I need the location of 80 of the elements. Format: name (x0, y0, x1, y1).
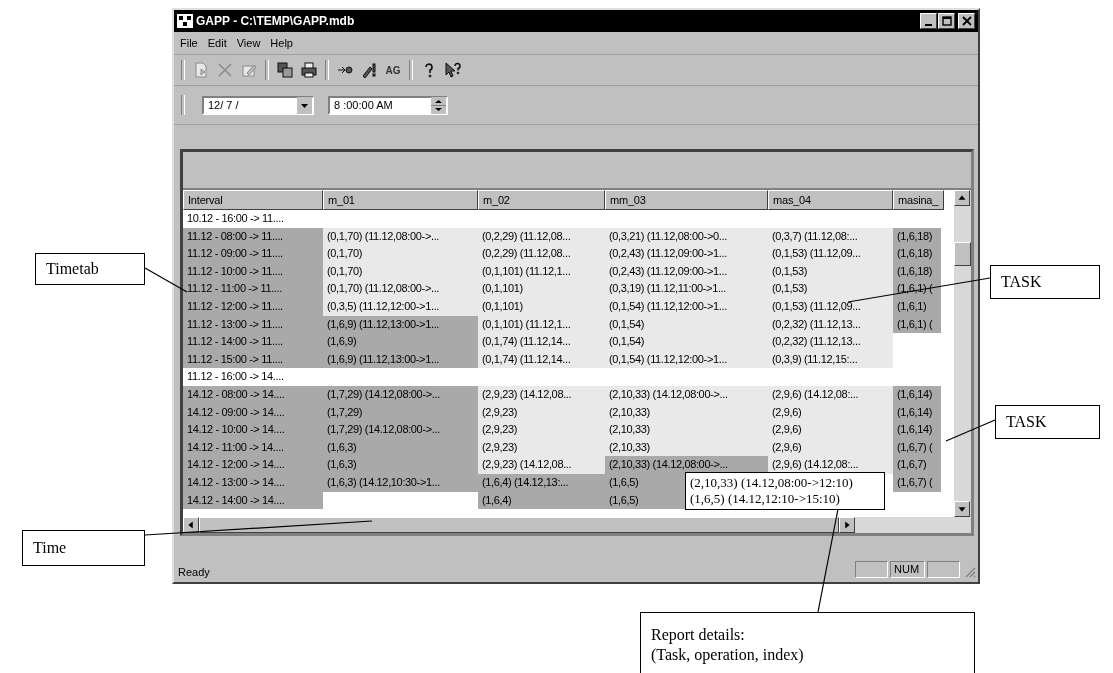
callout-text: (Task, operation, index) (651, 645, 805, 665)
horizontal-scrollbar[interactable] (183, 517, 971, 534)
table-cell: 11.12 - 14:00 -> 11.... (183, 333, 323, 351)
scroll-left-icon[interactable] (183, 517, 199, 534)
column-header[interactable]: Interval (183, 190, 323, 210)
scroll-down-icon[interactable] (954, 501, 970, 518)
context-help-icon[interactable] (442, 59, 464, 81)
table-cell: (0,2,29) (11.12,08... (478, 245, 605, 263)
toolbar-button[interactable]: AG (382, 59, 404, 81)
menu-item[interactable]: Help (270, 37, 293, 49)
menu-item[interactable]: Edit (207, 37, 227, 49)
table-cell: 14.12 - 12:00 -> 14.... (183, 456, 323, 474)
date-field[interactable]: 12/ 7 / (202, 95, 314, 115)
table-cell: (2,10,33) (14.12,08:00->... (605, 385, 768, 404)
maximize-icon (941, 16, 952, 26)
menu-item[interactable]: View (236, 37, 261, 49)
dropdown-icon[interactable] (297, 96, 312, 114)
copy-icon[interactable] (274, 59, 296, 81)
status-panel (855, 561, 888, 578)
menu-item[interactable]: File (180, 37, 198, 49)
callout-text: Report details: (651, 625, 746, 645)
table-cell: 11.12 - 11:00 -> 11.... (183, 280, 323, 298)
table-cell: (1,6,18) (893, 245, 941, 263)
table-cell: (0,1,70) (323, 245, 478, 263)
column-header[interactable]: m_01 (323, 190, 478, 210)
column-header[interactable]: m_02 (478, 190, 605, 210)
scroll-thumb[interactable] (954, 242, 971, 266)
table-cell: (2,9,23) (14.12,08... (478, 456, 605, 474)
maximize-button[interactable] (938, 13, 955, 29)
vertical-scrollbar[interactable] (954, 190, 971, 518)
table-cell: (2,10,33) (14.12,08:00->... (605, 456, 768, 474)
print-icon[interactable] (298, 59, 320, 81)
table-cell: (1,6,14) (893, 385, 941, 404)
close-button[interactable] (958, 13, 975, 29)
table-cell: (0,1,54) (605, 333, 768, 351)
callout-text: TASK (1006, 413, 1048, 431)
table-cell: (1,6,7) (893, 456, 941, 474)
window-title: GAPP - C:\TEMP\GAPP.mdb (196, 14, 356, 28)
table-cell: 14.12 - 10:00 -> 14.... (183, 421, 323, 439)
resize-grip-icon[interactable] (964, 566, 976, 578)
column-header[interactable]: masina_ (893, 190, 944, 210)
spinner-icon[interactable] (431, 96, 446, 114)
table-cell: (0,3,21) (11.12,08:00->0... (605, 227, 768, 246)
time-field[interactable]: 8 :00:00 AM (328, 95, 448, 115)
scroll-thumb[interactable] (199, 517, 839, 534)
table-cell: (0,3,7) (11.12,08:... (768, 227, 893, 246)
table-cell: (0,1,53) (768, 280, 893, 298)
table-cell: (2,10,33) (605, 421, 768, 439)
table-cell: 11.12 - 09:00 -> 11.... (183, 245, 323, 263)
table-cell: (0,1,53) (11.12,09... (768, 245, 893, 263)
app-icon (177, 14, 193, 28)
table-cell: (0,1,74) (11.12,14... (478, 333, 605, 351)
table-cell: (1,6,9) (323, 333, 478, 351)
status-indicator: NUM (890, 561, 925, 578)
table-cell: (0,1,101) (478, 280, 605, 298)
table-cell: (0,2,32) (11.12,13... (768, 333, 893, 351)
table-cell: (2,9,23) (14.12,08... (478, 385, 605, 404)
table-cell: (1,6,18) (893, 227, 941, 246)
callout-text: TASK (1001, 273, 1043, 291)
table-cell: (2,9,6) (768, 421, 893, 439)
table-cell: (0,2,29) (11.12,08... (478, 227, 605, 246)
callout-text: Time (33, 539, 68, 557)
table-cell: (1,7,29) (14.12,08:00->... (323, 421, 478, 439)
column-header[interactable]: mas_04 (768, 190, 893, 210)
callout-text: Timetab (46, 260, 100, 278)
table-cell: (2,9,23) (478, 421, 605, 439)
table-cell: (0,3,19) (11.12,11:00->1... (605, 280, 768, 298)
column-header[interactable]: mm_03 (605, 190, 768, 210)
table-cell: (2,9,6) (14.12,08:... (768, 385, 893, 404)
table-cell: (0,2,43) (11.12,09:00->1... (605, 245, 768, 263)
scroll-up-icon[interactable] (954, 190, 970, 206)
minimize-icon (925, 23, 932, 26)
status-panel (927, 561, 960, 578)
minimize-button[interactable] (920, 13, 937, 29)
table-cell: (1,6,14) (893, 421, 941, 439)
status-text: Ready (178, 566, 211, 578)
table-cell: (1,6,3) (323, 456, 478, 474)
table-cell: (0,1,70) (11.12,08:00->... (323, 280, 478, 298)
scroll-right-icon[interactable] (839, 517, 855, 534)
close-icon (961, 16, 972, 26)
